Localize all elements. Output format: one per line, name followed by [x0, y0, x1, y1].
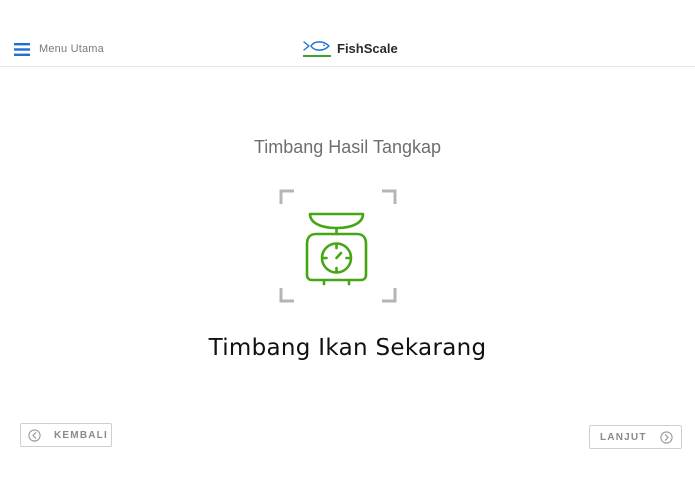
brand-logo: FishScale [303, 38, 398, 58]
top-bar: Menu Utama FishScale [0, 0, 695, 67]
viewfinder-corners-icon [279, 189, 397, 303]
brand-name: FishScale [337, 40, 398, 56]
back-button-label: KEMBALI [54, 429, 108, 441]
scale-frame [279, 189, 397, 303]
main-menu-button[interactable]: Menu Utama [14, 40, 104, 58]
weigh-now-title: Timbang Ikan Sekarang [208, 335, 487, 361]
next-button[interactable]: LANJUT [589, 425, 682, 449]
weighing-scale-icon [305, 212, 368, 286]
back-button[interactable]: KEMBALI [20, 423, 112, 447]
hamburger-menu-icon [14, 42, 30, 56]
chevron-left-circle-icon [28, 428, 41, 442]
main-menu-label: Menu Utama [39, 43, 104, 55]
next-button-label: LANJUT [600, 431, 647, 443]
fish-logo-icon [303, 41, 331, 57]
chevron-right-circle-icon [660, 430, 673, 444]
page-subtitle: Timbang Hasil Tangkap [253, 137, 442, 157]
